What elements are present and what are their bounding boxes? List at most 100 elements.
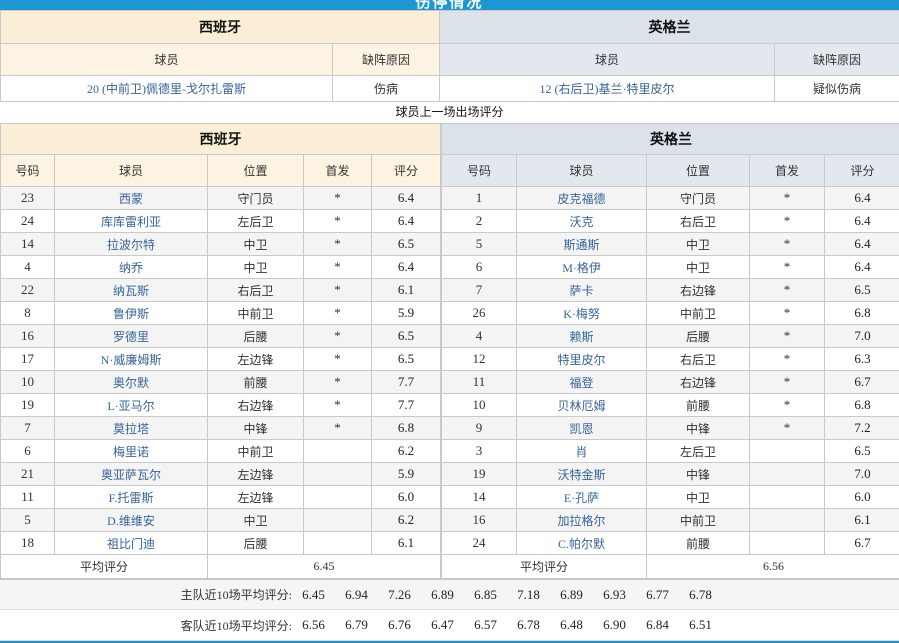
player-row: 7 萨卡 右边锋 * 6.5 — [442, 279, 899, 302]
player-position: 左边锋 — [208, 463, 304, 486]
player-row: 10 贝林厄姆 前腰 * 6.8 — [442, 394, 899, 417]
player-name[interactable]: 沃特金斯 — [517, 463, 647, 486]
player-name[interactable]: 赖斯 — [517, 325, 647, 348]
player-position: 左边锋 — [208, 486, 304, 509]
player-rating: 6.4 — [372, 256, 441, 279]
player-name[interactable]: 拉波尔特 — [55, 233, 208, 256]
player-name[interactable]: 纳瓦斯 — [55, 279, 208, 302]
player-name[interactable]: 祖比门迪 — [55, 532, 208, 555]
player-name[interactable]: 加拉格尔 — [517, 509, 647, 532]
player-name[interactable]: 莫拉塔 — [55, 417, 208, 440]
away-last10-label: 客队近10场平均评分: — [0, 617, 292, 634]
section-title-bar-label: 伤停情况 — [415, 0, 483, 10]
player-rating: 6.4 — [825, 256, 899, 279]
player-name[interactable]: C.帕尔默 — [517, 532, 647, 555]
player-position: 右后卫 — [647, 210, 750, 233]
col-player-england: 球员 — [517, 155, 647, 187]
player-number: 9 — [442, 417, 517, 440]
player-rating: 6.5 — [372, 233, 441, 256]
player-name[interactable]: 奥尔默 — [55, 371, 208, 394]
last10-value: 7.18 — [507, 587, 550, 603]
avg-label-spain: 平均评分 — [1, 555, 208, 579]
home-last10-row: 主队近10场平均评分: 6.456.947.266.896.857.186.89… — [0, 579, 899, 610]
ratings-section-title: 球员上一场出场评分 — [0, 102, 899, 123]
starter-mark: * — [750, 325, 825, 348]
injury-col-reason-england: 缺阵原因 — [775, 44, 899, 76]
starter-mark: * — [304, 417, 372, 440]
player-name[interactable]: 特里皮尔 — [517, 348, 647, 371]
player-name[interactable]: M·格伊 — [517, 256, 647, 279]
starter-mark: * — [750, 348, 825, 371]
player-position: 中卫 — [208, 256, 304, 279]
starter-mark: * — [304, 233, 372, 256]
player-name[interactable]: 纳乔 — [55, 256, 208, 279]
injury-player-spain[interactable]: 20 (中前卫)佩德里-戈尔扎雷斯 — [1, 76, 333, 102]
last10-value: 6.47 — [421, 617, 464, 633]
player-number: 10 — [442, 394, 517, 417]
player-row: 4 纳乔 中卫 * 6.4 — [1, 256, 441, 279]
col-rating-england: 评分 — [825, 155, 899, 187]
starter-mark: * — [750, 302, 825, 325]
col-position-spain: 位置 — [208, 155, 304, 187]
player-name[interactable]: 肖 — [517, 440, 647, 463]
starter-mark: * — [750, 210, 825, 233]
player-rating: 6.8 — [372, 417, 441, 440]
player-position: 中前卫 — [208, 302, 304, 325]
player-name[interactable]: D.维维安 — [55, 509, 208, 532]
player-row: 19 沃特金斯 中锋 7.0 — [442, 463, 899, 486]
player-name[interactable]: F.托雷斯 — [55, 486, 208, 509]
starter-mark: * — [750, 187, 825, 210]
player-name[interactable]: 罗德里 — [55, 325, 208, 348]
player-name[interactable]: K·梅努 — [517, 302, 647, 325]
starter-mark: * — [304, 371, 372, 394]
player-name[interactable]: L·亚马尔 — [55, 394, 208, 417]
player-rating: 6.4 — [825, 233, 899, 256]
player-number: 18 — [1, 532, 55, 555]
player-rating: 7.7 — [372, 371, 441, 394]
home-last10-label: 主队近10场平均评分: — [0, 586, 292, 603]
player-name[interactable]: 梅里诺 — [55, 440, 208, 463]
col-starter-england: 首发 — [750, 155, 825, 187]
match-stats-page: 伤停情况 西班牙 英格兰 球员 缺阵原因 球员 缺阵原因 20 (中前卫)佩德里… — [0, 0, 899, 643]
player-row: 2 沃克 右后卫 * 6.4 — [442, 210, 899, 233]
starter-mark — [304, 463, 372, 486]
ratings-table-spain: 西班牙 号码 球员 位置 首发 评分 23 西蒙 守门员 * — [0, 123, 441, 579]
player-name[interactable]: 鲁伊斯 — [55, 302, 208, 325]
injury-team-header-spain: 西班牙 — [1, 11, 440, 44]
player-rating: 7.2 — [825, 417, 899, 440]
player-rating: 6.0 — [825, 486, 899, 509]
player-name[interactable]: 皮克福德 — [517, 187, 647, 210]
player-name[interactable]: 奥亚萨瓦尔 — [55, 463, 208, 486]
last10-value: 6.85 — [464, 587, 507, 603]
player-name[interactable]: 库库雷利亚 — [55, 210, 208, 233]
player-name[interactable]: 沃克 — [517, 210, 647, 233]
starter-mark: * — [750, 256, 825, 279]
player-name[interactable]: 凯恩 — [517, 417, 647, 440]
player-rating: 6.4 — [372, 210, 441, 233]
player-rating: 6.4 — [825, 187, 899, 210]
player-name[interactable]: 贝林厄姆 — [517, 394, 647, 417]
player-name[interactable]: E·孔萨 — [517, 486, 647, 509]
player-name[interactable]: 斯通斯 — [517, 233, 647, 256]
last10-value: 6.79 — [335, 617, 378, 633]
player-rating: 5.9 — [372, 463, 441, 486]
player-position: 中卫 — [647, 233, 750, 256]
player-number: 5 — [442, 233, 517, 256]
player-row: 9 凯恩 中锋 * 7.2 — [442, 417, 899, 440]
injury-player-england[interactable]: 12 (右后卫)基兰·特里皮尔 — [440, 76, 775, 102]
col-rating-spain: 评分 — [372, 155, 441, 187]
last10-value: 6.76 — [378, 617, 421, 633]
player-rating: 6.5 — [372, 348, 441, 371]
player-name[interactable]: 福登 — [517, 371, 647, 394]
section-title-bar: 伤停情况 — [0, 0, 899, 10]
player-row: 7 莫拉塔 中锋 * 6.8 — [1, 417, 441, 440]
player-name[interactable]: N·威廉姆斯 — [55, 348, 208, 371]
player-row: 5 斯通斯 中卫 * 6.4 — [442, 233, 899, 256]
player-rating: 7.0 — [825, 463, 899, 486]
player-row: 17 N·威廉姆斯 左边锋 * 6.5 — [1, 348, 441, 371]
player-name[interactable]: 萨卡 — [517, 279, 647, 302]
avg-value-spain: 6.45 — [208, 555, 441, 579]
player-name[interactable]: 西蒙 — [55, 187, 208, 210]
player-number: 21 — [1, 463, 55, 486]
player-rating: 6.1 — [825, 509, 899, 532]
